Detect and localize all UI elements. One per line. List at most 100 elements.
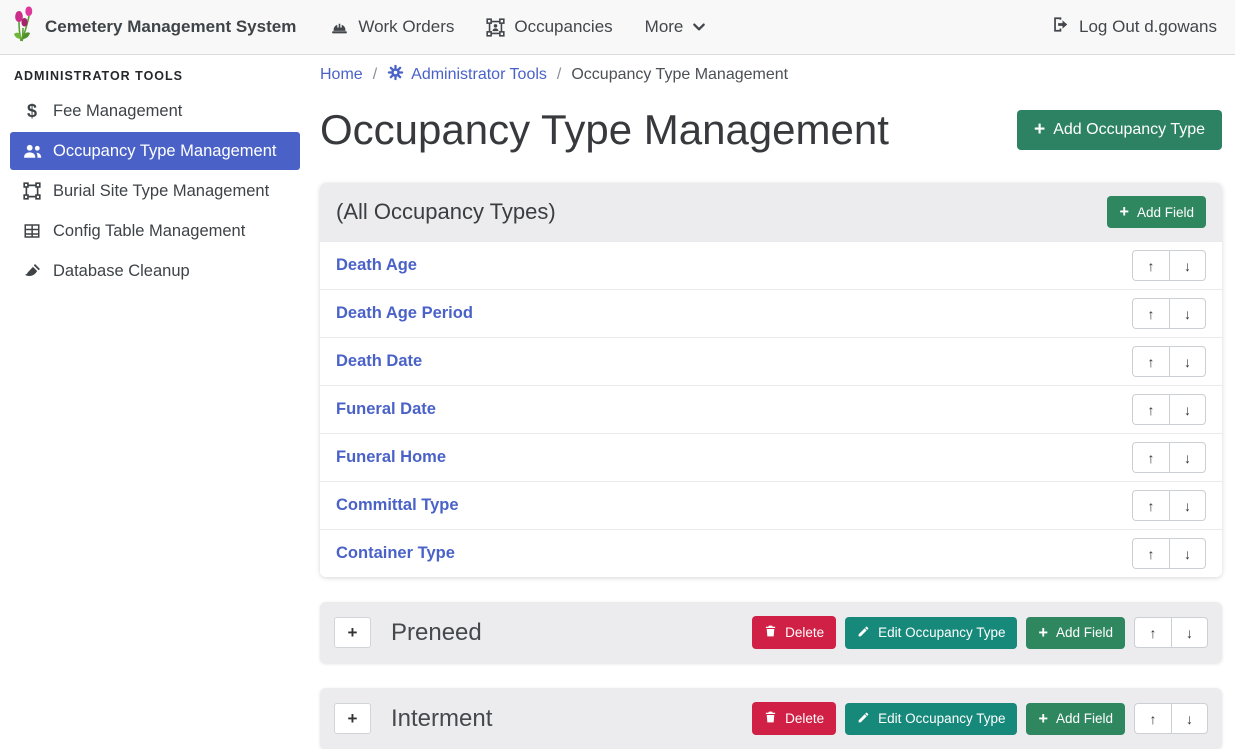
broom-icon <box>20 262 44 281</box>
nav-more-label: More <box>645 17 684 37</box>
move-up-button[interactable]: ↑ <box>1132 394 1169 425</box>
sidebar: Administrator Tools $ Fee Management Occ… <box>0 55 310 738</box>
field-link[interactable]: Funeral Date <box>336 400 436 419</box>
dollar-icon: $ <box>20 102 44 120</box>
field-link[interactable]: Death Date <box>336 352 422 371</box>
logout-button[interactable]: Log Out d.gowans <box>1051 15 1217 39</box>
users-icon <box>20 143 44 159</box>
expand-button[interactable]: + <box>334 703 371 734</box>
delete-button[interactable]: Delete <box>752 702 836 735</box>
panel-title: (All Occupancy Types) <box>336 199 556 225</box>
app-title: Cemetery Management System <box>45 17 296 37</box>
vector-square-icon <box>20 182 44 200</box>
field-row: Funeral Home ↑ ↓ <box>320 433 1222 481</box>
add-field-button[interactable]: + Add Field <box>1107 196 1206 228</box>
sidebar-item-label: Burial Site Type Management <box>53 182 269 201</box>
field-link[interactable]: Death Age Period <box>336 304 473 323</box>
edit-occupancy-type-button[interactable]: Edit Occupancy Type <box>845 703 1017 735</box>
sidebar-item-label: Occupancy Type Management <box>53 142 277 161</box>
delete-label: Delete <box>785 711 824 726</box>
move-down-button[interactable]: ↓ <box>1169 394 1206 425</box>
reorder-controls: ↑ ↓ <box>1132 298 1206 329</box>
move-down-button[interactable]: ↓ <box>1169 490 1206 521</box>
move-up-button[interactable]: ↑ <box>1132 490 1169 521</box>
field-link[interactable]: Funeral Home <box>336 448 446 467</box>
hard-hat-icon <box>330 18 349 37</box>
edit-occupancy-type-button[interactable]: Edit Occupancy Type <box>845 617 1017 649</box>
top-navbar: Cemetery Management System Work Orders <box>0 0 1235 55</box>
plus-icon: + <box>1034 120 1045 139</box>
expand-button[interactable]: + <box>334 617 371 648</box>
nav-work-orders-label: Work Orders <box>358 17 454 37</box>
chevron-down-icon <box>692 20 706 34</box>
all-occupancy-types-panel: (All Occupancy Types) + Add Field Death … <box>320 183 1222 577</box>
move-up-button[interactable]: ↑ <box>1134 617 1171 648</box>
sidebar-item-occupancy-type-management[interactable]: Occupancy Type Management <box>10 132 300 170</box>
reorder-controls: ↑ ↓ <box>1132 394 1206 425</box>
main-content: Home / <box>310 55 1235 738</box>
field-row: Container Type ↑ ↓ <box>320 529 1222 577</box>
move-up-button[interactable]: ↑ <box>1132 250 1169 281</box>
edit-occupancy-type-label: Edit Occupancy Type <box>878 625 1005 640</box>
reorder-controls: ↑ ↓ <box>1134 617 1208 648</box>
move-up-button[interactable]: ↑ <box>1132 442 1169 473</box>
sidebar-item-config-table-management[interactable]: Config Table Management <box>10 212 300 250</box>
pencil-icon <box>857 711 870 727</box>
sidebar-item-burial-site-type-management[interactable]: Burial Site Type Management <box>10 172 300 210</box>
reorder-controls: ↑ ↓ <box>1132 250 1206 281</box>
breadcrumb-separator: / <box>373 66 377 84</box>
add-field-button[interactable]: + Add Field <box>1026 617 1125 649</box>
brand[interactable]: Cemetery Management System <box>10 6 296 48</box>
section-title: Interment <box>391 705 492 733</box>
add-occupancy-type-button[interactable]: + Add Occupancy Type <box>1017 110 1222 149</box>
move-down-button[interactable]: ↓ <box>1171 617 1208 648</box>
field-row: Death Age ↑ ↓ <box>320 241 1222 289</box>
delete-label: Delete <box>785 625 824 640</box>
nav-occupancies[interactable]: Occupancies <box>486 17 612 37</box>
breadcrumb-separator: / <box>557 66 561 84</box>
move-up-button[interactable]: ↑ <box>1134 703 1171 734</box>
section-title: Preneed <box>391 619 482 647</box>
move-down-button[interactable]: ↓ <box>1171 703 1208 734</box>
field-link[interactable]: Death Age <box>336 256 417 275</box>
nav-work-orders[interactable]: Work Orders <box>330 17 454 37</box>
add-field-label: Add Field <box>1056 711 1113 726</box>
breadcrumb-home-link[interactable]: Home <box>320 66 363 84</box>
title-row: Occupancy Type Management + Add Occupanc… <box>320 103 1222 157</box>
field-row: Death Date ↑ ↓ <box>320 337 1222 385</box>
reorder-controls: ↑ ↓ <box>1132 490 1206 521</box>
add-occupancy-type-label: Add Occupancy Type <box>1053 121 1205 139</box>
plus-icon: + <box>1038 711 1047 727</box>
breadcrumb-current: Occupancy Type Management <box>571 66 788 84</box>
sidebar-item-fee-management[interactable]: $ Fee Management <box>10 92 300 130</box>
move-up-button[interactable]: ↑ <box>1132 346 1169 377</box>
move-down-button[interactable]: ↓ <box>1169 250 1206 281</box>
field-row: Committal Type ↑ ↓ <box>320 481 1222 529</box>
add-field-button[interactable]: + Add Field <box>1026 703 1125 735</box>
move-down-button[interactable]: ↓ <box>1169 298 1206 329</box>
move-down-button[interactable]: ↓ <box>1169 442 1206 473</box>
sidebar-heading: Administrator Tools <box>14 69 300 83</box>
add-field-label: Add Field <box>1056 625 1113 640</box>
delete-button[interactable]: Delete <box>752 616 836 649</box>
gear-icon <box>387 64 404 86</box>
sidebar-item-label: Config Table Management <box>53 222 245 241</box>
field-link[interactable]: Committal Type <box>336 496 459 515</box>
logout-icon <box>1051 15 1070 39</box>
panel-header: (All Occupancy Types) + Add Field <box>320 183 1222 241</box>
move-up-button[interactable]: ↑ <box>1132 298 1169 329</box>
edit-occupancy-type-label: Edit Occupancy Type <box>878 711 1005 726</box>
section-actions: Delete Edit Occupancy Type + Add Field ↑… <box>752 702 1208 735</box>
move-down-button[interactable]: ↓ <box>1169 346 1206 377</box>
field-row: Funeral Date ↑ ↓ <box>320 385 1222 433</box>
sidebar-item-database-cleanup[interactable]: Database Cleanup <box>10 252 300 290</box>
trash-icon <box>764 624 777 641</box>
add-field-label: Add Field <box>1137 205 1194 220</box>
breadcrumb-admin-tools-link[interactable]: Administrator Tools <box>387 64 547 86</box>
field-link[interactable]: Container Type <box>336 544 455 563</box>
nav-more[interactable]: More <box>645 17 707 37</box>
move-down-button[interactable]: ↓ <box>1169 538 1206 569</box>
move-up-button[interactable]: ↑ <box>1132 538 1169 569</box>
reorder-controls: ↑ ↓ <box>1134 703 1208 734</box>
section-interment: + Interment Delete Edit Occupancy Type + <box>320 688 1222 749</box>
